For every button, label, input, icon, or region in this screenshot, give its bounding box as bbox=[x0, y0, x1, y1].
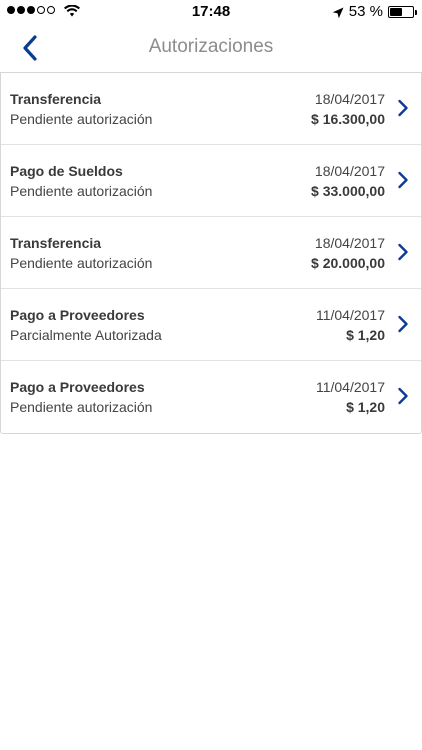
nav-bar: Autorizaciones bbox=[0, 24, 422, 72]
page-title: Autorizaciones bbox=[148, 36, 274, 57]
authorization-date: 11/04/2017 bbox=[315, 379, 385, 395]
authorization-type: Pago a Proveedores bbox=[10, 379, 145, 395]
authorization-status: Pendiente autorización bbox=[10, 183, 153, 199]
authorization-date: 18/04/2017 bbox=[314, 91, 385, 107]
authorization-type: Transferencia bbox=[10, 91, 102, 107]
authorization-amount: $ 16.300,00 bbox=[311, 111, 385, 127]
chevron-right-icon bbox=[398, 315, 408, 333]
authorization-row[interactable]: Pago a Proveedores Parcialmente Autorizad… bbox=[1, 289, 421, 361]
status-bar: 17:48 53 % bbox=[0, 0, 422, 24]
authorization-date: 11/04/2017 bbox=[315, 307, 385, 323]
status-right: 53 % bbox=[332, 3, 417, 20]
battery-tip bbox=[415, 9, 417, 15]
authorization-type: Transferencia bbox=[10, 235, 102, 251]
authorization-row[interactable]: Pago a Proveedores Pendiente autorización… bbox=[1, 361, 421, 433]
chevron-right-icon bbox=[398, 171, 408, 189]
authorization-row[interactable]: Pago de Sueldos Pendiente autorización 18/… bbox=[1, 145, 421, 217]
authorization-type: Pago de Sueldos bbox=[10, 163, 123, 179]
location-arrow-icon bbox=[332, 6, 344, 18]
authorization-amount: $ 33.000,00 bbox=[311, 183, 385, 199]
chevron-right-icon bbox=[398, 387, 408, 405]
authorization-date: 18/04/2017 bbox=[314, 163, 385, 179]
authorization-type: Pago a Proveedores bbox=[10, 307, 145, 323]
authorization-row[interactable]: Transferencia Pendiente autorización 18/04… bbox=[1, 217, 421, 289]
authorization-amount: $ 1,20 bbox=[346, 327, 385, 343]
battery-fill bbox=[390, 7, 402, 16]
chevron-right-icon bbox=[398, 99, 408, 117]
authorization-status: Parcialmente Autorizada bbox=[10, 327, 162, 343]
authorization-row[interactable]: Transferencia Pendiente autorización 18/04… bbox=[1, 73, 421, 145]
authorization-amount: $ 1,20 bbox=[346, 399, 385, 415]
authorization-status: Pendiente autorización bbox=[10, 111, 153, 127]
authorization-amount: $ 20.000,00 bbox=[311, 255, 385, 271]
authorization-status: Pendiente autorización bbox=[10, 255, 153, 271]
battery-icon bbox=[388, 5, 417, 18]
battery-percent: 53 % bbox=[348, 3, 383, 20]
authorization-date: 18/04/2017 bbox=[314, 235, 385, 251]
chevron-right-icon bbox=[398, 243, 408, 261]
authorization-status: Pendiente autorización bbox=[10, 399, 153, 415]
authorizations-list: Transferencia Pendiente autorización 18/04… bbox=[0, 72, 422, 434]
